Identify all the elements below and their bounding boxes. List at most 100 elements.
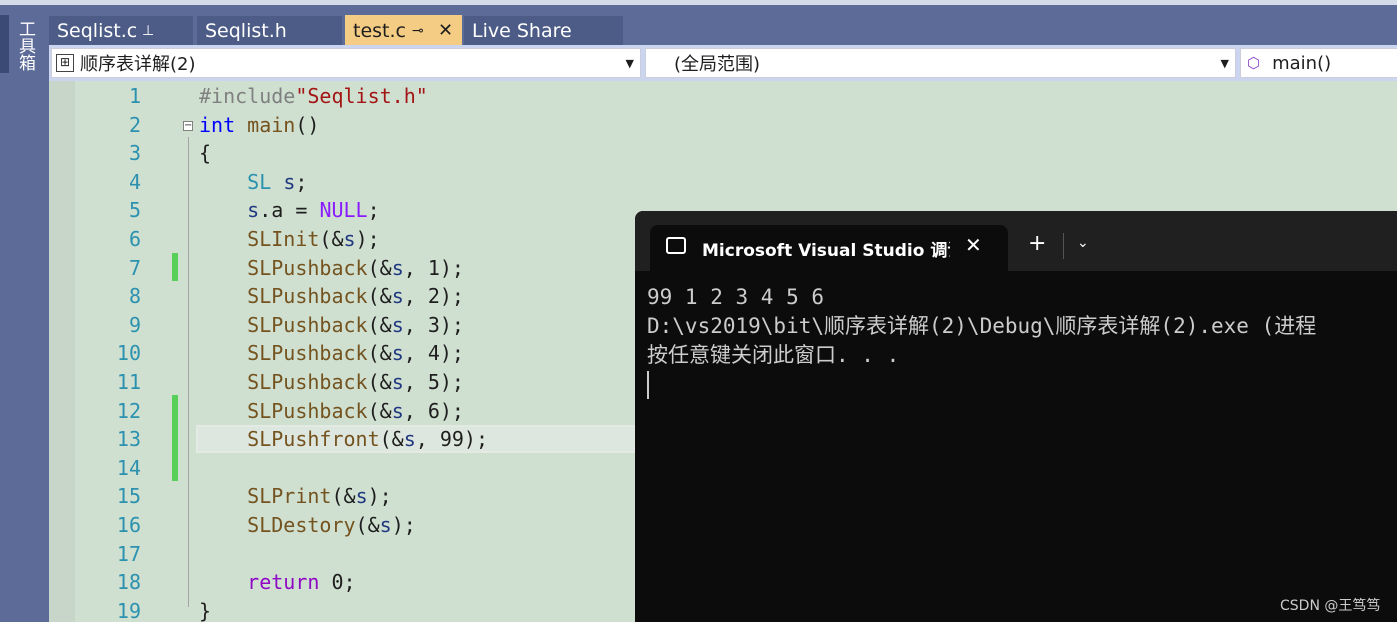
code-text: }	[199, 597, 211, 622]
console-output-line: 99 1 2 3 4 5 6	[647, 285, 825, 309]
code-token: s	[343, 227, 356, 251]
debug-console-window[interactable]: Microsoft Visual Studio 调试控制台 ✕ + ⌄ 99 1…	[635, 211, 1397, 622]
code-token: SLPushback	[247, 284, 368, 309]
code-token: SLPushfront	[247, 427, 380, 452]
code-token: .a =	[259, 198, 320, 223]
code-token: int	[199, 112, 236, 137]
code-line[interactable]: 5 s.a = NULL;	[49, 196, 635, 224]
code-token: s	[391, 284, 404, 309]
code-token: (&	[331, 484, 356, 509]
console-tab-title: Microsoft Visual Studio 调试控制台	[702, 241, 950, 261]
code-text: SLDestory(&s);	[199, 511, 416, 539]
line-number: 10	[116, 341, 141, 366]
code-token: SLPushback	[247, 370, 368, 394]
code-line[interactable]: 19}	[49, 597, 635, 622]
code-line[interactable]: 12 SLPushback(&s, 6);	[49, 397, 635, 425]
code-line[interactable]: 1 #include"Seqlist.h"	[49, 82, 635, 110]
code-token: SLDestory	[247, 513, 356, 537]
code-token: s	[391, 255, 404, 280]
close-icon[interactable]: ✕	[438, 20, 453, 41]
text-cursor	[647, 371, 649, 399]
code-line[interactable]: 3{	[49, 139, 635, 167]
code-token: (&	[367, 255, 392, 280]
code-token: ;	[367, 198, 380, 223]
line-number: 7	[128, 255, 141, 280]
new-tab-button[interactable]: +	[1028, 231, 1046, 256]
tab-label: Seqlist.c	[57, 20, 138, 42]
code-line[interactable]: 7 SLPushback(&s, 1);	[49, 254, 635, 282]
tab-seqlist-c[interactable]: Seqlist.c ⊥	[49, 16, 193, 46]
code-text: s.a = NULL;	[199, 196, 380, 224]
code-token: (&	[379, 427, 404, 452]
close-icon[interactable]: ✕	[965, 233, 982, 257]
code-line[interactable]: 15 SLPrint(&s);	[49, 482, 635, 510]
scope-dropdown[interactable]: (全局范围) ▼	[645, 48, 1236, 78]
code-token: SLPushback	[247, 341, 368, 366]
code-editor[interactable]: − 1 #include"Seqlist.h" 2 int main() 3{4 SL …	[49, 81, 635, 622]
chevron-down-icon[interactable]: ⌄	[1077, 235, 1089, 251]
member-dropdown[interactable]: ⬡ main()	[1240, 48, 1397, 78]
code-line[interactable]: 11 SLPushback(&s, 5);	[49, 368, 635, 396]
tab-live-share[interactable]: Live Share	[464, 16, 623, 46]
code-token: , 6);	[403, 398, 464, 423]
code-token: );	[367, 484, 392, 509]
pin-icon[interactable]: ⊥	[142, 23, 154, 39]
code-token: , 5);	[403, 370, 464, 394]
tab-label: test.c	[353, 19, 406, 42]
code-token: #include	[199, 84, 296, 108]
code-line[interactable]: 2 int main()	[49, 111, 635, 139]
code-text: SLInit(&s);	[199, 225, 380, 253]
code-line[interactable]: 17	[49, 540, 635, 568]
navigation-bar: ⊞ 顺序表详解(2) ▼ (全局范围) ▼ ⬡ main()	[49, 45, 1397, 81]
code-line[interactable]: 6 SLInit(&s);	[49, 225, 635, 253]
code-text: SLPushback(&s, 1);	[199, 254, 464, 282]
code-line[interactable]: 18 return 0;	[49, 568, 635, 596]
code-text: SLPushback(&s, 6);	[199, 397, 464, 425]
code-text: SLPushback(&s, 5);	[199, 368, 464, 396]
line-number: 13	[116, 427, 141, 452]
code-line[interactable]: 13 SLPushfront(&s, 99);	[49, 425, 635, 453]
code-token: main	[247, 112, 296, 137]
code-text: SLPushback(&s, 3);	[199, 311, 464, 339]
code-token: (&	[367, 341, 392, 366]
member-label: main()	[1272, 52, 1332, 74]
tab-seqlist-h[interactable]: Seqlist.h	[197, 16, 342, 46]
document-tab-strip: Seqlist.c ⊥ Seqlist.h test.c ⊸ ✕ Live Sh…	[49, 5, 1397, 46]
code-token: }	[199, 598, 212, 622]
code-token: (&	[319, 227, 344, 251]
code-line[interactable]: 16 SLDestory(&s);	[49, 511, 635, 539]
code-token: , 2);	[403, 284, 464, 309]
code-token: SL	[247, 169, 272, 194]
code-token: 0;	[319, 570, 356, 595]
project-dropdown[interactable]: ⊞ 顺序表详解(2) ▼	[51, 48, 641, 78]
chevron-down-icon: ▼	[625, 56, 634, 70]
line-number: 14	[116, 455, 141, 480]
code-line[interactable]: 10 SLPushback(&s, 4);	[49, 339, 635, 367]
code-line[interactable]: 14	[49, 454, 635, 482]
code-text: SL s;	[199, 168, 307, 196]
console-tab[interactable]: Microsoft Visual Studio 调试控制台 ✕	[650, 225, 1008, 271]
code-token: , 99);	[415, 427, 489, 452]
toolbox-tab[interactable]: 工具箱	[10, 15, 38, 75]
code-token: (&	[367, 312, 392, 337]
pin-icon[interactable]: ⊸	[412, 23, 424, 39]
code-line[interactable]: 9 SLPushback(&s, 3);	[49, 311, 635, 339]
line-number: 5	[128, 198, 141, 223]
code-token: );	[355, 227, 380, 251]
tab-test-c[interactable]: test.c ⊸ ✕	[345, 15, 462, 46]
line-number: 9	[128, 312, 141, 337]
code-line[interactable]: 4 SL s;	[49, 168, 635, 196]
code-line[interactable]: 8 SLPushback(&s, 2);	[49, 282, 635, 310]
code-token: "Seqlist.h"	[295, 84, 428, 108]
code-text: SLPushfront(&s, 99);	[199, 425, 488, 453]
